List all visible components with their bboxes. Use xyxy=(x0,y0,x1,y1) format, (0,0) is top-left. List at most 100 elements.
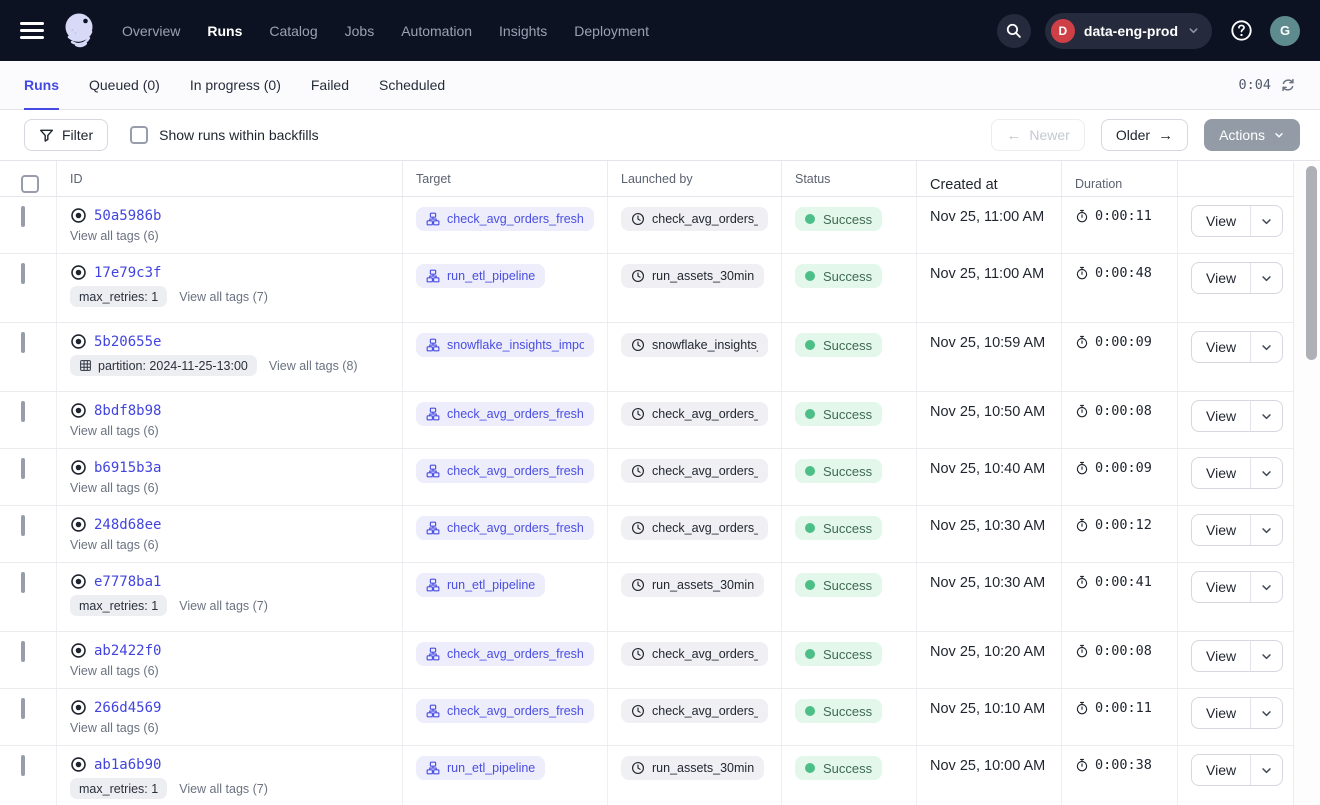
run-id-link[interactable]: 248d68ee xyxy=(94,517,161,533)
view-button[interactable]: View xyxy=(1192,755,1251,785)
run-id-link[interactable]: 50a5986b xyxy=(94,208,161,224)
view-dropdown-button[interactable] xyxy=(1251,206,1282,236)
target-pill[interactable]: check_avg_orders_freshne xyxy=(416,516,594,540)
tab-in-progress[interactable]: In progress (0) xyxy=(190,61,281,109)
launched-by-pill[interactable]: check_avg_orders_f… xyxy=(621,699,768,723)
view-all-tags-link[interactable]: View all tags (7) xyxy=(179,599,268,613)
view-dropdown-button[interactable] xyxy=(1251,698,1282,728)
row-checkbox[interactable] xyxy=(21,698,25,719)
run-id-link[interactable]: e7778ba1 xyxy=(94,574,161,590)
dagster-logo[interactable] xyxy=(58,8,100,54)
target-pill[interactable]: run_etl_pipeline xyxy=(416,264,545,288)
row-checkbox[interactable] xyxy=(21,458,25,479)
nav-item-jobs[interactable]: Jobs xyxy=(345,23,375,39)
nav-item-automation[interactable]: Automation xyxy=(401,23,472,39)
launched-by-pill[interactable]: check_avg_orders_f… xyxy=(621,642,768,666)
view-button[interactable]: View xyxy=(1192,206,1251,236)
view-dropdown-button[interactable] xyxy=(1251,755,1282,785)
scrollbar-thumb[interactable] xyxy=(1306,166,1317,360)
launched-by-pill[interactable]: snowflake_insights_… xyxy=(621,333,768,357)
launched-by-pill[interactable]: run_assets_30min xyxy=(621,573,764,597)
help-button[interactable] xyxy=(1226,16,1256,46)
workspace-switcher[interactable]: D data-eng-prod xyxy=(1045,13,1212,49)
row-checkbox[interactable] xyxy=(21,641,25,662)
tab-runs[interactable]: Runs xyxy=(24,61,59,109)
view-dropdown-button[interactable] xyxy=(1251,641,1282,671)
run-id-link[interactable]: ab2422f0 xyxy=(94,643,161,659)
launched-by-pill[interactable]: run_assets_30min xyxy=(621,756,764,780)
tab-queued[interactable]: Queued (0) xyxy=(89,61,160,109)
row-checkbox[interactable] xyxy=(21,515,25,536)
filter-button[interactable]: Filter xyxy=(24,119,108,151)
target-pill[interactable]: snowflake_insights_import xyxy=(416,333,594,357)
view-all-tags-link[interactable]: View all tags (7) xyxy=(179,782,268,796)
view-all-tags-link[interactable]: View all tags (7) xyxy=(179,290,268,304)
user-avatar[interactable]: G xyxy=(1270,16,1300,46)
view-dropdown-button[interactable] xyxy=(1251,515,1282,545)
launched-by-pill[interactable]: check_avg_orders_f… xyxy=(621,207,768,231)
launched-by-pill[interactable]: check_avg_orders_f… xyxy=(621,402,768,426)
newer-button[interactable]: ← Newer xyxy=(991,119,1084,151)
target-pill[interactable]: run_etl_pipeline xyxy=(416,573,545,597)
view-dropdown-button[interactable] xyxy=(1251,572,1282,602)
view-all-tags-link[interactable]: View all tags (6) xyxy=(70,664,159,678)
view-dropdown-button[interactable] xyxy=(1251,401,1282,431)
view-dropdown-button[interactable] xyxy=(1251,263,1282,293)
search-button[interactable] xyxy=(997,14,1031,48)
view-all-tags-link[interactable]: View all tags (8) xyxy=(269,359,358,373)
select-all-checkbox[interactable] xyxy=(21,175,39,193)
target-pill[interactable]: check_avg_orders_freshne xyxy=(416,642,594,666)
row-checkbox[interactable] xyxy=(21,572,25,593)
run-id-link[interactable]: 17e79c3f xyxy=(94,265,161,281)
view-button[interactable]: View xyxy=(1192,641,1251,671)
view-dropdown-button[interactable] xyxy=(1251,458,1282,488)
view-button[interactable]: View xyxy=(1192,263,1251,293)
row-checkbox[interactable] xyxy=(21,755,25,776)
view-all-tags-link[interactable]: View all tags (6) xyxy=(70,538,159,552)
launched-by-pill[interactable]: check_avg_orders_f… xyxy=(621,459,768,483)
menu-hamburger-icon[interactable] xyxy=(20,22,44,39)
tab-failed[interactable]: Failed xyxy=(311,61,349,109)
duration-group: 0:00:48 xyxy=(1075,265,1164,281)
view-button[interactable]: View xyxy=(1192,515,1251,545)
view-all-tags-link[interactable]: View all tags (6) xyxy=(70,229,159,243)
run-id-link[interactable]: ab1a6b90 xyxy=(94,757,161,773)
backfills-checkbox[interactable] xyxy=(130,126,148,144)
nav-item-runs[interactable]: Runs xyxy=(207,23,242,39)
row-checkbox[interactable] xyxy=(21,401,25,422)
row-checkbox[interactable] xyxy=(21,263,25,284)
view-button[interactable]: View xyxy=(1192,458,1251,488)
refresh-icon[interactable] xyxy=(1280,77,1296,93)
run-id-link[interactable]: 266d4569 xyxy=(94,700,161,716)
status-cell: Success xyxy=(782,392,917,448)
nav-item-insights[interactable]: Insights xyxy=(499,23,547,39)
view-all-tags-link[interactable]: View all tags (6) xyxy=(70,481,159,495)
launched-by-pill[interactable]: check_avg_orders_f… xyxy=(621,516,768,540)
older-button[interactable]: Older → xyxy=(1101,119,1188,151)
view-dropdown-button[interactable] xyxy=(1251,332,1282,362)
row-checkbox[interactable] xyxy=(21,332,25,353)
tab-scheduled[interactable]: Scheduled xyxy=(379,61,445,109)
view-button[interactable]: View xyxy=(1192,698,1251,728)
nav-item-deployment[interactable]: Deployment xyxy=(574,23,649,39)
actions-button[interactable]: Actions xyxy=(1204,119,1300,151)
table-row: e7778ba1max_retries: 1View all tags (7)r… xyxy=(0,563,1320,632)
launched-by-pill[interactable]: run_assets_30min xyxy=(621,264,764,288)
view-all-tags-link[interactable]: View all tags (6) xyxy=(70,424,159,438)
view-all-tags-link[interactable]: View all tags (6) xyxy=(70,721,159,735)
target-pill[interactable]: run_etl_pipeline xyxy=(416,756,545,780)
view-button[interactable]: View xyxy=(1192,572,1251,602)
table-row: 266d4569 View all tags (6) check_avg_order… xyxy=(0,689,1320,746)
nav-item-overview[interactable]: Overview xyxy=(122,23,180,39)
target-pill[interactable]: check_avg_orders_freshne xyxy=(416,699,594,723)
view-button[interactable]: View xyxy=(1192,332,1251,362)
target-pill[interactable]: check_avg_orders_freshne xyxy=(416,459,594,483)
target-pill[interactable]: check_avg_orders_freshne xyxy=(416,402,594,426)
target-pill[interactable]: check_avg_orders_freshne xyxy=(416,207,594,231)
view-button[interactable]: View xyxy=(1192,401,1251,431)
row-checkbox[interactable] xyxy=(21,206,25,227)
run-id-link[interactable]: b6915b3a xyxy=(94,460,161,476)
run-id-link[interactable]: 5b20655e xyxy=(94,334,161,350)
run-id-link[interactable]: 8bdf8b98 xyxy=(94,403,161,419)
nav-item-catalog[interactable]: Catalog xyxy=(269,23,317,39)
